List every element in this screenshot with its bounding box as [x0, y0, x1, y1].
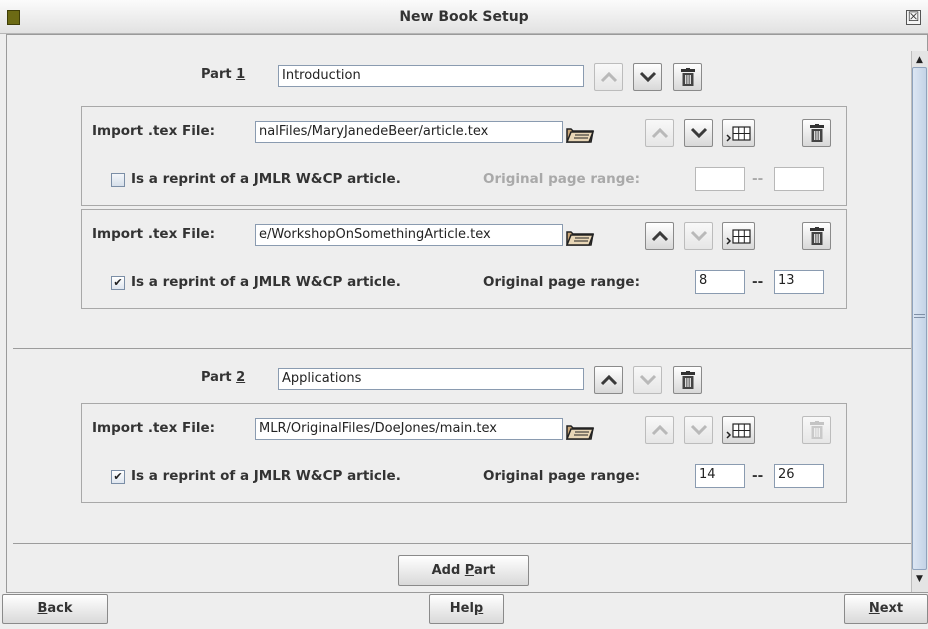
page-range-start-input[interactable]: 8 [695, 270, 745, 294]
file-move-up-button[interactable] [645, 119, 674, 147]
page-range-separator: -- [752, 171, 764, 187]
import-label: Import .tex File: [92, 420, 216, 436]
add-part-button[interactable]: Add Part [398, 555, 529, 586]
folder-icon [565, 231, 595, 246]
page-range-label: Original page range: [483, 468, 640, 484]
window-title: New Book Setup [399, 9, 529, 25]
part-move-down-button-1[interactable] [633, 63, 662, 91]
import-label: Import .tex File: [92, 226, 216, 242]
page-range-start-input[interactable] [695, 167, 745, 191]
part-delete-button-1[interactable] [673, 63, 702, 91]
import-label: Import .tex File: [92, 123, 216, 139]
chevron-up-icon [600, 71, 617, 83]
tex-file-card: Import .tex File: e/WorkshopOnSomethingA… [81, 209, 847, 309]
part-panel-2: Part 2 Applications Import .tex File: ML… [13, 350, 911, 544]
insert-table-icon [725, 423, 751, 439]
scrollbar-thumb[interactable] [912, 67, 927, 570]
chevron-up-icon [600, 374, 617, 386]
tex-file-path-input[interactable]: nalFiles/MaryJanedeBeer/article.tex [255, 121, 563, 143]
part-delete-button-2[interactable] [673, 366, 702, 394]
trash-icon [809, 421, 824, 439]
page-range-label: Original page range: [483, 274, 640, 290]
close-button[interactable]: ☒ [906, 10, 921, 25]
tex-file-card: Import .tex File: MLR/OriginalFiles/DoeJ… [81, 403, 847, 503]
page-range-label: Original page range: [483, 171, 640, 187]
chevron-down-icon [639, 71, 656, 83]
reprint-checkbox[interactable]: ✔ [111, 470, 125, 484]
back-button[interactable]: Back [2, 594, 108, 624]
file-move-down-button[interactable] [684, 416, 713, 444]
file-move-down-button[interactable] [684, 222, 713, 250]
chevron-down-icon [690, 424, 707, 436]
chevron-up-icon [651, 230, 668, 242]
trash-icon [809, 227, 824, 245]
part-move-up-button-1[interactable] [594, 63, 623, 91]
chevron-up-icon [651, 127, 668, 139]
tex-file-card: Import .tex File: nalFiles/MaryJanedeBee… [81, 106, 847, 206]
insert-file-button[interactable] [722, 119, 755, 147]
insert-table-icon [725, 126, 751, 142]
browse-file-button[interactable] [565, 224, 595, 248]
part-move-down-button-2[interactable] [633, 366, 662, 394]
part-panel-1: Part 1 Introduction Import .tex File: na… [13, 39, 911, 349]
part-title-input-2[interactable]: Applications [278, 368, 584, 390]
part-move-up-button-2[interactable] [594, 366, 623, 394]
reprint-checkbox[interactable]: ✔ [111, 276, 125, 290]
reprint-label: Is a reprint of a JMLR W&CP article. [131, 468, 401, 484]
trash-icon [809, 124, 824, 142]
folder-icon [565, 128, 595, 143]
page-range-end-input[interactable]: 26 [774, 464, 824, 488]
page-range-separator: -- [752, 468, 764, 484]
part-label-1: Part 1 [201, 67, 246, 82]
insert-table-icon [725, 229, 751, 245]
insert-file-button[interactable] [722, 416, 755, 444]
browse-file-button[interactable] [565, 418, 595, 442]
chevron-down-icon [690, 127, 707, 139]
trash-icon [680, 371, 695, 389]
file-delete-button[interactable] [802, 416, 831, 444]
page-range-end-input[interactable]: 13 [774, 270, 824, 294]
reprint-label: Is a reprint of a JMLR W&CP article. [131, 274, 401, 290]
title-bar: New Book Setup ☒ [0, 0, 928, 34]
file-move-down-button[interactable] [684, 119, 713, 147]
scroll-down-arrow[interactable]: ▼ [912, 572, 927, 587]
tex-file-path-input[interactable]: e/WorkshopOnSomethingArticle.tex [255, 224, 563, 246]
page-range-start-input[interactable]: 14 [695, 464, 745, 488]
file-delete-button[interactable] [802, 222, 831, 250]
reprint-checkbox[interactable] [111, 173, 125, 187]
chevron-up-icon [651, 424, 668, 436]
file-delete-button[interactable] [802, 119, 831, 147]
insert-file-button[interactable] [722, 222, 755, 250]
scrollbar-grip [914, 314, 925, 318]
chevron-down-icon [690, 230, 707, 242]
scroll-up-arrow[interactable]: ▲ [912, 53, 927, 68]
browse-file-button[interactable] [565, 121, 595, 145]
trash-icon [680, 68, 695, 86]
chevron-down-icon [639, 374, 656, 386]
folder-icon [565, 425, 595, 440]
help-button[interactable]: Help [429, 594, 504, 624]
page-range-separator: -- [752, 274, 764, 290]
file-move-up-button[interactable] [645, 222, 674, 250]
part-label-2: Part 2 [201, 370, 246, 385]
next-button[interactable]: Next [844, 594, 928, 624]
reprint-label: Is a reprint of a JMLR W&CP article. [131, 171, 401, 187]
page-range-end-input[interactable] [774, 167, 824, 191]
part-title-input-1[interactable]: Introduction [278, 65, 584, 87]
file-move-up-button[interactable] [645, 416, 674, 444]
tex-file-path-input[interactable]: MLR/OriginalFiles/DoeJones/main.tex [255, 418, 563, 440]
